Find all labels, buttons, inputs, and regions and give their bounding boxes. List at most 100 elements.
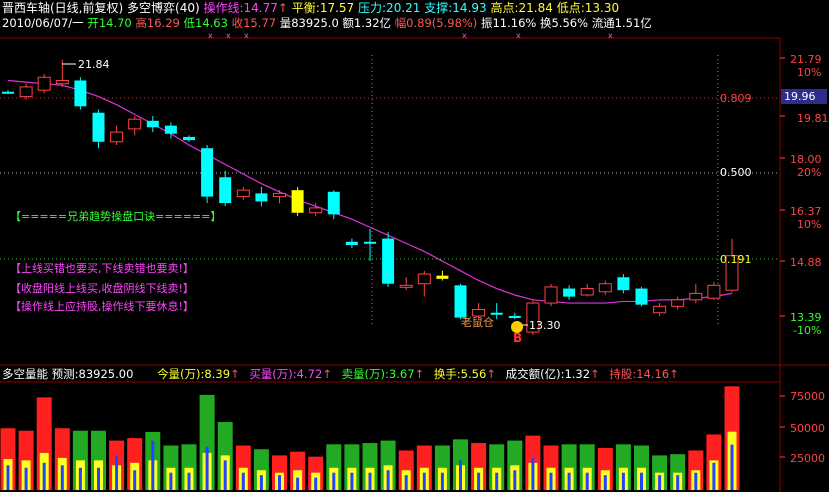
volume-bar [706, 434, 722, 490]
volume-bar [724, 386, 740, 490]
axis-price-5: 13.39 [790, 311, 822, 324]
candle [563, 285, 576, 300]
volume-bar [91, 430, 106, 490]
volume-title[interactable]: 多空量能 [2, 367, 48, 381]
volume-bar [471, 443, 487, 490]
volume-bar [308, 456, 324, 490]
candle [146, 115, 159, 133]
volume-bar [0, 428, 16, 490]
vol-axis-2: 25000 [790, 452, 825, 465]
header-line-2: 2010/06/07/一 开14.70 高16.29 低14.63 收15.77… [2, 16, 652, 30]
range-value: 幅0.89(5.98%) [394, 16, 478, 30]
axis-price-1: 19.81 [797, 112, 829, 125]
volume-bar [489, 444, 505, 490]
axis-price-3: 16.37 [790, 205, 822, 218]
volume-bar [416, 445, 432, 490]
candle [544, 283, 558, 307]
volume-header: 多空量能 预测:83925.00 今量(万):8.39↑ 买量(万):4.72↑… [2, 367, 679, 381]
candle [219, 170, 232, 207]
axis-price-4: 14.88 [790, 256, 822, 269]
volume-bar [507, 440, 523, 490]
hold-shares: 持股:14.16 [609, 367, 670, 381]
close-value: 收15.77 [231, 16, 277, 30]
candle [74, 77, 87, 110]
candle [635, 286, 648, 307]
low-value: 低14.63 [183, 16, 228, 30]
note-title: 【=====兄弟趋势操盘口诀======】 [10, 210, 222, 223]
amplitude-value: 振11.16% [480, 16, 537, 30]
volume-bar [688, 450, 704, 490]
mouse-label: 老鼠仓 [461, 315, 494, 329]
low-point-value: 低点:13.30 [556, 1, 620, 15]
candle [707, 282, 721, 300]
candle [671, 296, 685, 310]
candle [364, 228, 376, 262]
candle [291, 186, 304, 216]
fib-label-500: 0.500 [720, 166, 752, 179]
candle [653, 303, 667, 316]
candle [417, 270, 431, 297]
indicator-name[interactable]: 多空博弈(40) [127, 1, 200, 15]
volume-bar [634, 445, 649, 490]
peak-label: 21.84 [78, 58, 110, 71]
volume-bar [253, 449, 269, 490]
sell-volume: 卖量(万):3.67 [341, 367, 415, 381]
volume-bar [615, 444, 631, 490]
candle [454, 283, 467, 320]
volume-bar [181, 444, 197, 490]
stock-name[interactable]: 晋西车轴(日线,前复权) [2, 1, 123, 15]
candle [128, 115, 142, 136]
trough-label: 13.30 [529, 319, 561, 332]
support-value: 支撑:14.93 [424, 1, 487, 15]
high-point-value: 高点:21.84 [490, 1, 553, 15]
volume-bar [290, 451, 306, 490]
open-value: 开14.70 [87, 16, 132, 30]
volume-bar [561, 444, 577, 490]
high-value: 高16.29 [135, 16, 180, 30]
axis-pct-3: -10% [793, 324, 821, 337]
axis-price-0: 21.79 [790, 53, 822, 66]
hand-turnover: 换手:5.56 [433, 367, 487, 381]
buy-volume: 买量(万):4.72 [249, 367, 323, 381]
candle [580, 283, 594, 297]
candle [2, 90, 14, 94]
svg-text:x: x [226, 31, 231, 40]
candle [92, 109, 105, 149]
volume-bar [54, 428, 70, 490]
volume-forecast: 预测:83925.00 [51, 367, 134, 381]
candle [236, 186, 250, 200]
candle [345, 238, 358, 249]
header-line-1: 晋西车轴(日线,前复权) 多空博弈(40) 操作线:14.77↑ 平衡:17.5… [2, 1, 620, 15]
candle [37, 74, 51, 94]
op-line-value: 操作线:14.77 [203, 1, 278, 15]
float-value: 流通1.51亿 [591, 16, 652, 30]
volume-bar [543, 445, 559, 490]
volume-bar [453, 439, 468, 490]
candle [19, 83, 33, 100]
current-price-box: 19.96 [781, 89, 827, 104]
today-volume: 今量(万):8.39 [157, 367, 231, 381]
volume-bar [145, 431, 161, 490]
candle [255, 186, 268, 207]
volume-bar [670, 454, 686, 490]
axis-price-2: 18.00 [790, 153, 822, 166]
volume-bar [652, 455, 668, 490]
volume-bar [163, 445, 179, 490]
candle [689, 283, 703, 304]
volume-bar [434, 445, 450, 490]
volume-bar [72, 430, 88, 490]
note-line-3: 【操作线上应持股,操作线下要休息!】 [10, 300, 194, 313]
amount-value: 额1.32亿 [342, 16, 392, 30]
axis-pct-1: 20% [797, 166, 821, 179]
volume-bar [199, 394, 215, 490]
volume-bar [362, 443, 378, 490]
volume-bar [127, 438, 143, 490]
volume-bar [525, 435, 541, 490]
volume-bar [109, 440, 125, 490]
volume-bar [344, 444, 360, 490]
date-value: 2010/06/07/一 [2, 16, 84, 30]
chart-canvas[interactable]: 21.79 10% 19.81 18.00 20% 16.37 10% 14.8… [0, 0, 829, 492]
vol-axis-1: 50000 [790, 422, 825, 435]
volume-bar [326, 444, 342, 490]
vol-axis-0: 75000 [790, 390, 825, 403]
